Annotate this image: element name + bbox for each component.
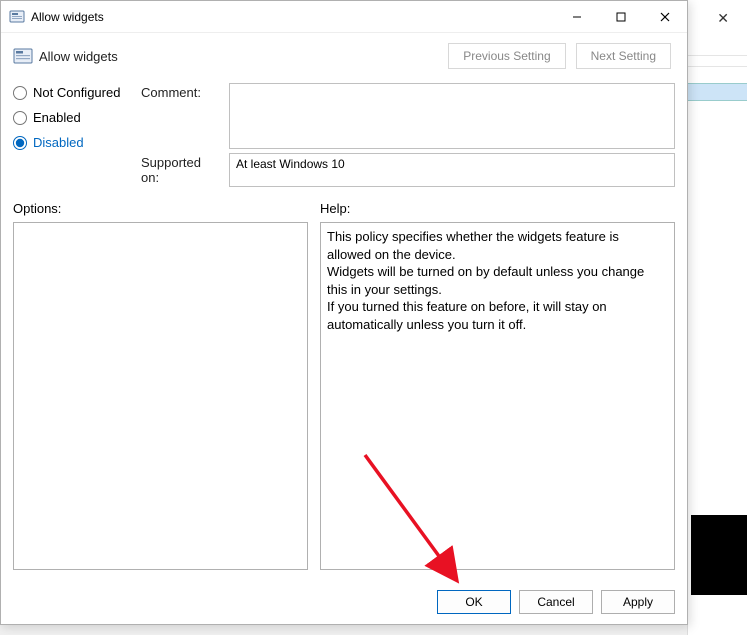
previous-setting-button[interactable]: Previous Setting [448, 43, 565, 69]
radio-not-configured[interactable]: Not Configured [13, 85, 133, 100]
close-button[interactable] [643, 2, 687, 32]
radio-not-configured-input[interactable] [13, 86, 27, 100]
policy-icon [9, 9, 25, 25]
radio-enabled[interactable]: Enabled [13, 110, 133, 125]
apply-button[interactable]: Apply [601, 590, 675, 614]
policy-icon [13, 46, 33, 66]
comment-label: Comment: [141, 83, 221, 149]
comment-input[interactable] [229, 83, 675, 149]
radio-label: Not Configured [33, 85, 120, 100]
cancel-button[interactable]: Cancel [519, 590, 593, 614]
options-label: Options: [13, 201, 308, 216]
window-title: Allow widgets [31, 10, 555, 24]
radio-label: Enabled [33, 110, 81, 125]
next-setting-button[interactable]: Next Setting [576, 43, 671, 69]
radio-disabled-input[interactable] [13, 136, 27, 150]
help-text-line: If you turned this feature on before, it… [327, 298, 656, 333]
supported-on-value: At least Windows 10 [229, 153, 675, 187]
policy-dialog: Allow widgets Allow widgets Previous Set [0, 0, 688, 625]
help-text-line: Widgets will be turned on by default unl… [327, 263, 656, 298]
dialog-button-row: OK Cancel Apply [1, 580, 687, 624]
supported-on-label: Supported on: [141, 153, 221, 187]
ok-button[interactable]: OK [437, 590, 511, 614]
maximize-button[interactable] [599, 2, 643, 32]
help-panel[interactable]: This policy specifies whether the widget… [320, 222, 675, 570]
radio-label: Disabled [33, 135, 84, 150]
minimize-button[interactable] [555, 2, 599, 32]
parent-window-strip: ✕ [687, 0, 747, 635]
parent-close-icon[interactable]: ✕ [717, 10, 729, 27]
radio-disabled[interactable]: Disabled [13, 135, 133, 150]
options-panel[interactable] [13, 222, 308, 570]
titlebar[interactable]: Allow widgets [1, 1, 687, 33]
radio-enabled-input[interactable] [13, 111, 27, 125]
help-text-line: This policy specifies whether the widget… [327, 228, 656, 263]
help-label: Help: [320, 201, 675, 216]
policy-title: Allow widgets [39, 49, 448, 64]
